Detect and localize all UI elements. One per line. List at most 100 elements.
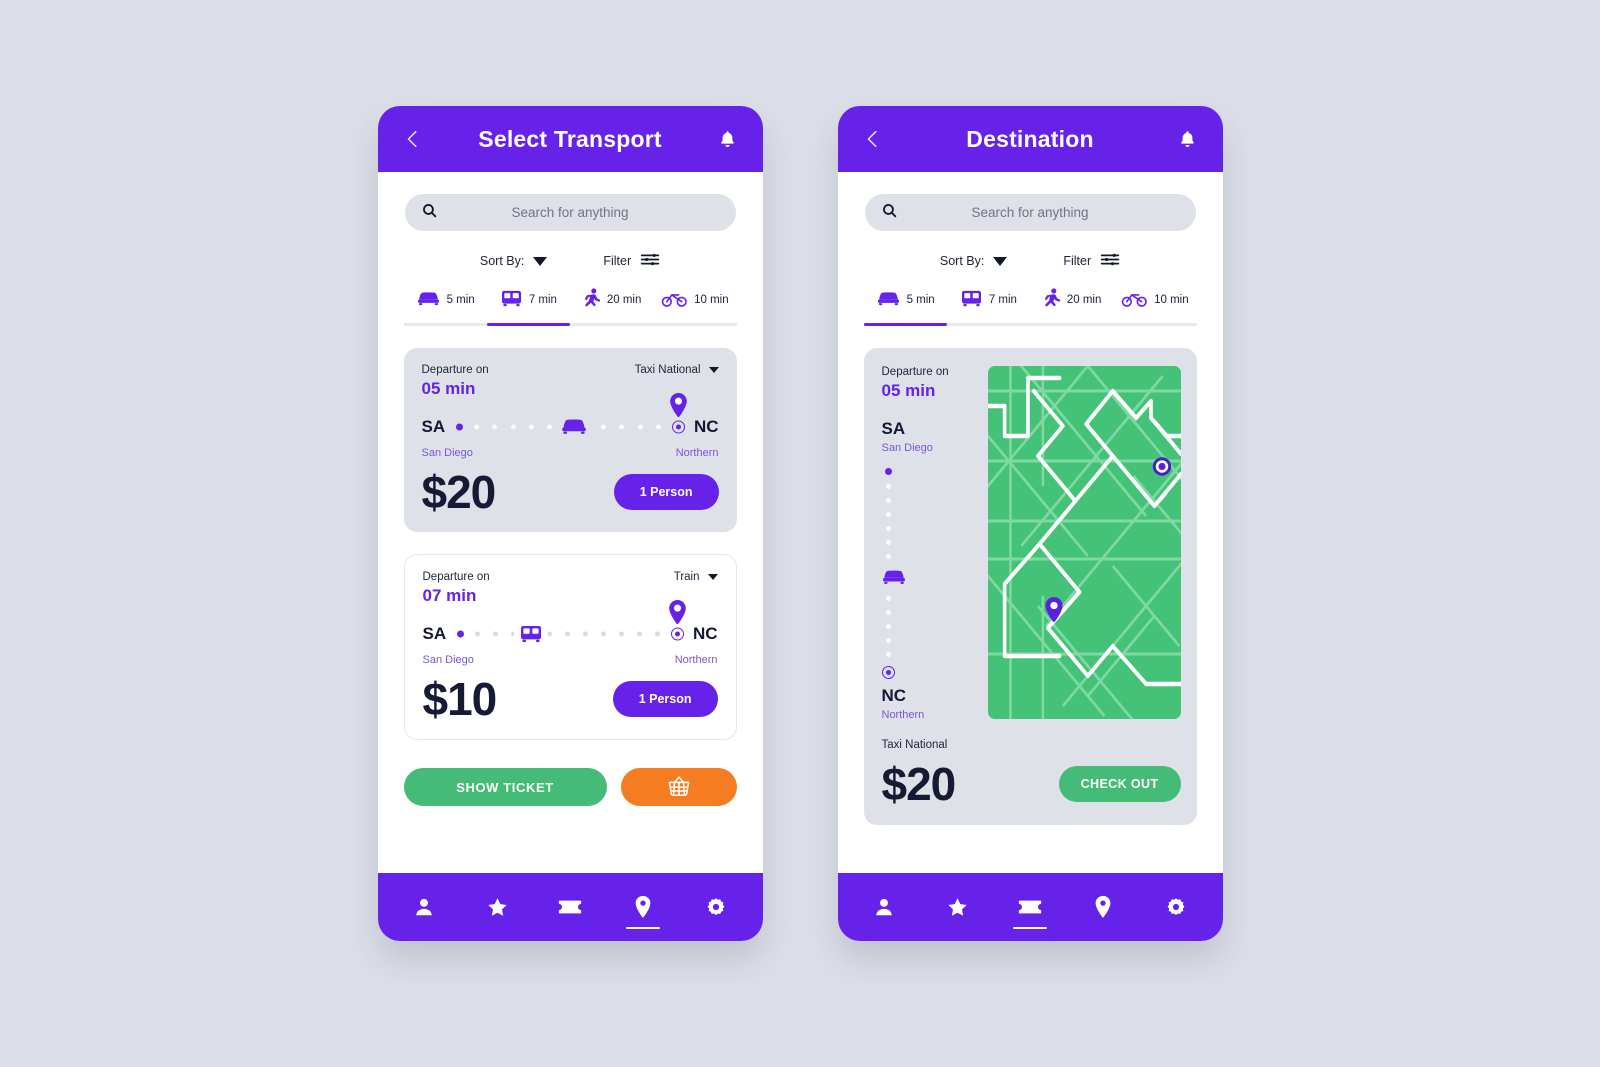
tab-bike-label-2: 10 min <box>1154 294 1189 306</box>
trip-departure-label: Departure on <box>881 366 949 378</box>
card-2-route: SA NC <box>423 600 718 652</box>
tab-bus-1[interactable]: 7 min <box>487 288 570 323</box>
screens-stage: Select Transport Search for anything Sor… <box>0 0 1600 1067</box>
card-2-departure-time: 07 min <box>422 586 477 605</box>
map-pin-icon <box>635 895 651 918</box>
map-pin-icon <box>1095 895 1111 918</box>
sort-by-control-2[interactable]: Sort By: <box>940 254 1008 268</box>
tab-walk-label-2: 20 min <box>1066 294 1102 306</box>
cart-button[interactable] <box>620 768 737 806</box>
bicycle-icon <box>1121 290 1148 311</box>
tab-car-label-1: 5 min <box>446 294 475 306</box>
page-title-2: Destination <box>966 125 1094 152</box>
tab-bus-2[interactable]: 7 min <box>947 288 1030 323</box>
gear-icon <box>707 898 725 916</box>
filter-control-1[interactable]: Filter <box>603 251 660 271</box>
card-1-from-code: SA <box>421 417 446 436</box>
nav-profile-2[interactable] <box>861 884 907 930</box>
card-1-passengers-button[interactable]: 1 Person <box>613 474 719 510</box>
card-1-mode-select[interactable]: Taxi National <box>635 364 719 376</box>
card-2-mode-select[interactable]: Train <box>674 571 718 583</box>
transport-tabs-2: 5 min 7 min 20 min 10 min <box>838 288 1223 323</box>
card-1-to-name: Northern <box>675 447 719 459</box>
trip-timeline: Departure on 05 min SA San Diego NC Nort… <box>880 366 974 721</box>
trip-vertical-dots <box>880 468 907 679</box>
bell-icon[interactable] <box>715 126 741 152</box>
car-icon <box>876 290 901 311</box>
nav-favorites-2[interactable] <box>934 884 980 930</box>
nav-favorites-1[interactable] <box>474 884 520 930</box>
card-1-departure: Departure on 05 min <box>422 364 489 399</box>
tab-car-label-2: 5 min <box>906 294 935 306</box>
sliders-icon <box>1100 251 1120 271</box>
tab-bike-label-1: 10 min <box>694 294 729 306</box>
nav-settings-2[interactable] <box>1153 884 1199 930</box>
ticket-icon <box>1018 900 1042 914</box>
tab-bus-label-2: 7 min <box>988 294 1017 306</box>
walking-icon <box>582 288 601 312</box>
search-input-2[interactable]: Search for anything <box>864 194 1196 231</box>
caret-down-icon <box>993 256 1008 266</box>
filter-control-2[interactable]: Filter <box>1063 251 1120 271</box>
card-2-passengers-button[interactable]: 1 Person <box>612 681 718 717</box>
back-button-2[interactable] <box>860 126 886 152</box>
card-2-departure-label: Departure on <box>422 571 490 583</box>
card-1-mode-label: Taxi National <box>634 364 701 376</box>
card-2-city-row: San Diego Northern <box>423 654 718 666</box>
tab-bike-1[interactable]: 10 min <box>653 288 736 323</box>
card-1-price-row: $20 1 Person <box>422 469 719 515</box>
sort-by-label-1: Sort By: <box>479 254 525 268</box>
app-header-2: Destination <box>837 106 1223 172</box>
trip-from-name: San Diego <box>881 442 933 454</box>
sort-by-control-1[interactable]: Sort By: <box>479 254 548 268</box>
bus-icon <box>500 289 523 311</box>
trip-price: $20 <box>881 758 957 810</box>
show-ticket-button[interactable]: SHOW TICKET <box>403 768 607 806</box>
transport-option-card-2[interactable]: Departure on 07 min Train SA NC San Dieg… <box>403 554 737 740</box>
route-map[interactable] <box>987 366 1181 719</box>
tab-car-2[interactable]: 5 min <box>864 288 947 323</box>
sort-filter-row-2: Sort By: Filter <box>838 251 1223 271</box>
walking-icon <box>1042 288 1061 312</box>
sort-filter-row-1: Sort By: Filter <box>378 251 763 271</box>
map-destination-pin-icon <box>1043 596 1065 629</box>
trip-from-code: SA <box>881 419 906 438</box>
map-origin-marker <box>1151 456 1173 483</box>
back-button-1[interactable] <box>400 126 426 152</box>
card-2-price-row: $10 1 Person <box>423 676 718 722</box>
tab-bus-label-1: 7 min <box>528 294 557 306</box>
card-2-route-dots <box>457 630 682 638</box>
card-2-departure: Departure on 07 min <box>423 571 490 606</box>
screen2-body: Departure on 05 min SA San Diego NC Nort… <box>838 326 1223 873</box>
search-input-1[interactable]: Search for anything <box>404 194 736 231</box>
card-2-destination-target-icon <box>670 627 684 641</box>
destination-card: Departure on 05 min SA San Diego NC Nort… <box>863 348 1197 825</box>
check-out-button[interactable]: CHECK OUT <box>1058 766 1181 802</box>
destination-card-footer: Taxi National $20 CHECK OUT <box>882 739 1181 807</box>
nav-settings-1[interactable] <box>693 884 739 930</box>
nav-tickets-2[interactable] <box>1007 884 1053 930</box>
nav-map-2[interactable] <box>1080 884 1126 930</box>
card-2-mode-label: Train <box>673 571 700 583</box>
star-icon <box>487 897 507 916</box>
card-2-from-name: San Diego <box>422 654 474 666</box>
card-1-from-name: San Diego <box>421 447 473 459</box>
transport-tabs-1: 5 min 7 min 20 min 10 min <box>378 288 763 323</box>
tab-walk-1[interactable]: 20 min <box>570 288 653 323</box>
bus-icon <box>960 289 983 311</box>
nav-map-1[interactable] <box>620 884 666 930</box>
trip-destination-target-icon <box>881 666 895 679</box>
card-1-route-vehicle-icon <box>555 417 594 437</box>
search-icon <box>881 202 898 224</box>
bell-icon[interactable] <box>1175 126 1201 152</box>
filter-label-1: Filter <box>603 254 632 268</box>
nav-tickets-1[interactable] <box>547 884 593 930</box>
tab-car-1[interactable]: 5 min <box>404 288 487 323</box>
user-icon <box>876 898 892 916</box>
gear-icon <box>1167 898 1185 916</box>
nav-profile-1[interactable] <box>401 884 447 930</box>
card-2-route-vehicle-icon <box>514 624 549 644</box>
tab-walk-2[interactable]: 20 min <box>1030 288 1113 323</box>
transport-option-card-1[interactable]: Departure on 05 min Taxi National SA NC … <box>403 348 737 532</box>
tab-bike-2[interactable]: 10 min <box>1113 288 1196 323</box>
